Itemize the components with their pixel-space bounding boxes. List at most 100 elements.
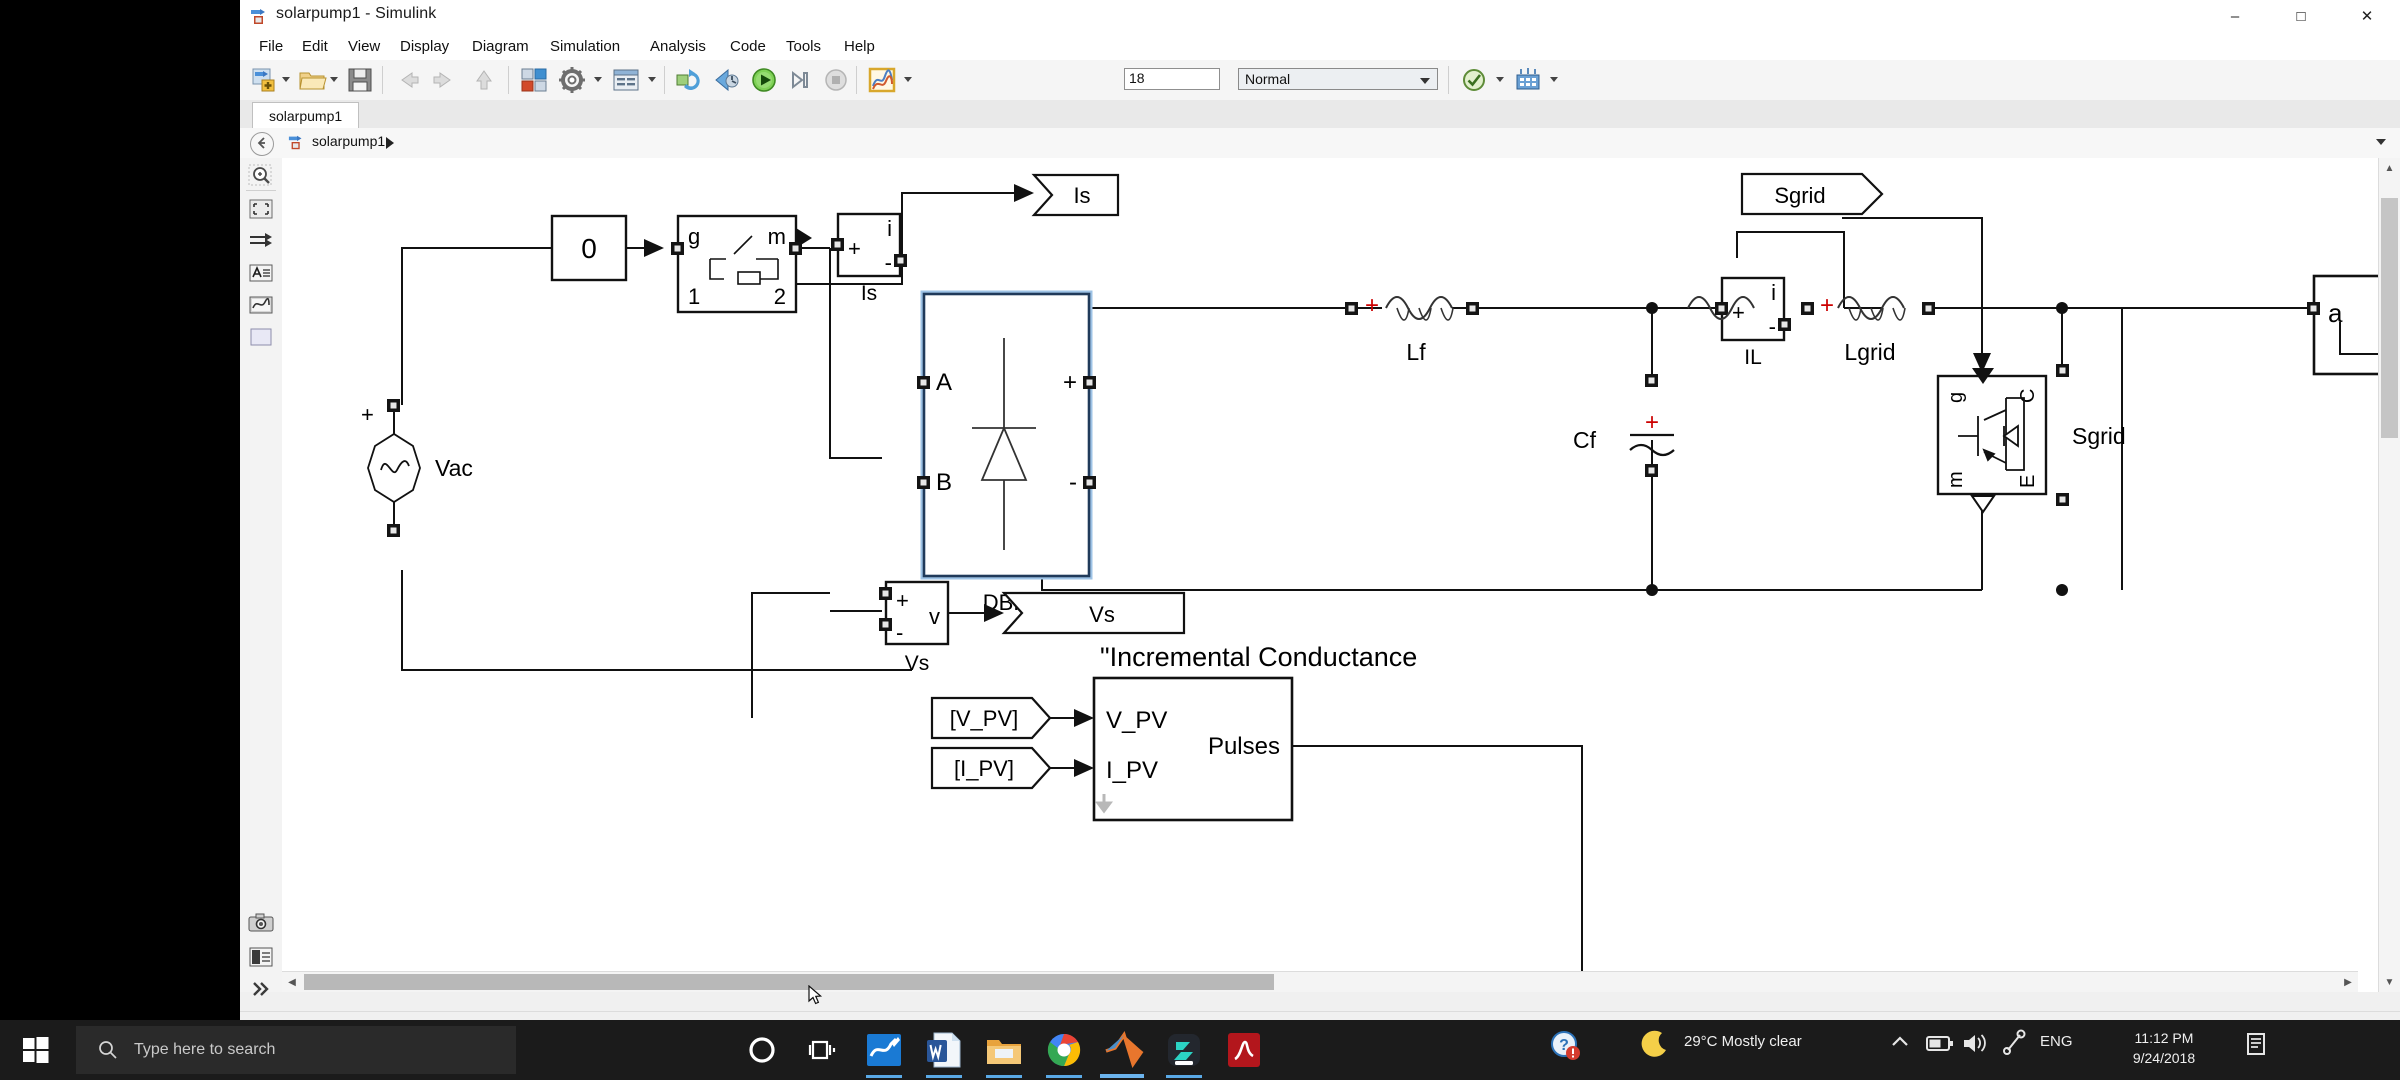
igbt-diode-sgrid[interactable]: g C m E Sgrid	[1936, 368, 2126, 514]
menu-help[interactable]: Help	[837, 36, 882, 57]
close-button[interactable]: ✕	[2334, 0, 2400, 32]
model-explorer-icon[interactable]	[610, 64, 642, 96]
chevron-down-icon	[1420, 78, 1430, 84]
search-input[interactable]: Type here to search	[76, 1026, 516, 1074]
from-tag-v-pv[interactable]: [V_PV]	[930, 696, 1052, 740]
constant-block[interactable]: 0	[550, 214, 628, 282]
chrome-icon[interactable]	[1042, 1028, 1086, 1072]
stop-icon[interactable]	[820, 64, 852, 96]
goto-tag-is[interactable]: Is	[1031, 173, 1120, 217]
scroll-down-icon[interactable]: ▼	[2379, 972, 2400, 992]
fast-restart-icon[interactable]	[710, 64, 742, 96]
horizontal-scroll-thumb[interactable]	[304, 974, 1274, 990]
word-icon[interactable]	[922, 1028, 966, 1072]
simulation-mode-select[interactable]: Normal	[1238, 68, 1438, 90]
svg-text:A: A	[936, 369, 952, 396]
voltage-measurement-vs[interactable]: + - v Vs	[884, 580, 950, 675]
scroll-left-icon[interactable]: ◀	[282, 972, 302, 992]
model-explorer-dropdown-icon[interactable]	[648, 77, 656, 82]
simulation-data-inspector-icon[interactable]	[866, 64, 898, 96]
back-circle-icon[interactable]	[250, 132, 274, 156]
model-advisor-icon[interactable]	[1458, 64, 1490, 96]
svg-text:i: i	[1771, 280, 1776, 305]
snapshot-icon[interactable]	[247, 910, 275, 936]
windows-start-icon[interactable]	[0, 1020, 72, 1080]
menu-edit[interactable]: Edit	[295, 36, 335, 57]
from-tag-sgrid[interactable]: Sgrid	[1740, 172, 1884, 216]
expand-palette-icon[interactable]	[247, 976, 275, 1002]
current-measurement-is[interactable]: + i - Is	[836, 212, 902, 305]
volume-icon[interactable]	[1958, 1028, 2002, 1072]
breadcrumb-path[interactable]: solarpump1	[312, 133, 385, 149]
canvas-vertical-scrollbar[interactable]: ▲ ▼	[2378, 158, 2400, 992]
network-icon[interactable]	[2000, 1028, 2044, 1072]
clipped-block-right[interactable]: a	[2312, 274, 2379, 376]
mouse-cursor	[808, 984, 823, 1005]
save-model-icon[interactable]	[344, 64, 376, 96]
vertical-scroll-thumb[interactable]	[2381, 198, 2398, 438]
goto-tag-vs[interactable]: Vs	[1001, 591, 1186, 635]
build-model-icon[interactable]	[1512, 64, 1544, 96]
zoom-icon[interactable]	[247, 162, 275, 188]
step-forward-icon[interactable]	[784, 64, 816, 96]
model-advisor-dropdown-icon[interactable]	[1496, 77, 1504, 82]
inductor-lf[interactable]: + Lf	[1365, 292, 1454, 365]
canvas-horizontal-scrollbar[interactable]: ◀ ▶	[282, 971, 2358, 992]
model-configuration-icon[interactable]	[556, 64, 588, 96]
stop-time-field[interactable]: 18	[1124, 68, 1220, 90]
build-model-dropdown-icon[interactable]	[1550, 77, 1558, 82]
video-editor-icon[interactable]	[1162, 1028, 1206, 1072]
acrobat-reader-icon[interactable]	[1222, 1028, 1266, 1072]
matlab-editor-icon[interactable]	[862, 1028, 906, 1072]
task-view-icon[interactable]	[800, 1028, 844, 1072]
menu-tools[interactable]: Tools	[779, 36, 828, 57]
file-explorer-icon[interactable]	[982, 1028, 1026, 1072]
menu-code[interactable]: Code	[723, 36, 773, 57]
clock[interactable]: 11:12 PM 9/24/2018	[2104, 1028, 2224, 1069]
new-model-dropdown-icon[interactable]	[282, 77, 290, 82]
matlab-icon[interactable]	[1102, 1028, 1146, 1072]
cortana-icon[interactable]	[740, 1028, 784, 1072]
report-icon[interactable]	[247, 944, 275, 970]
open-model-icon[interactable]	[296, 64, 328, 96]
model-configuration-dropdown-icon[interactable]	[594, 77, 602, 82]
fit-to-view-icon[interactable]	[247, 196, 275, 222]
chevron-down-icon[interactable]	[2376, 139, 2386, 145]
area-block-icon[interactable]	[247, 324, 275, 350]
current-measurement-il[interactable]: + i - IL	[1720, 276, 1786, 369]
up-to-parent-icon[interactable]	[468, 64, 500, 96]
scroll-up-icon[interactable]: ▲	[2379, 158, 2400, 178]
breaker-block[interactable]: g m 1 2	[671, 214, 812, 314]
run-icon[interactable]	[748, 64, 780, 96]
mppt-subsystem[interactable]: V_PV I_PV Pulses	[1092, 676, 1294, 822]
sdi-dropdown-icon[interactable]	[904, 77, 912, 82]
signal-flow-icon[interactable]	[247, 228, 275, 254]
help-alert-icon[interactable]: ?	[1548, 1028, 1592, 1072]
forward-icon[interactable]	[428, 64, 460, 96]
menu-file[interactable]: File	[252, 36, 290, 57]
from-tag-i-pv[interactable]: [I_PV]	[930, 746, 1052, 790]
menu-diagram[interactable]: Diagram	[465, 36, 536, 57]
language-indicator[interactable]: ENG	[2040, 1033, 2073, 1050]
ac-voltage-source[interactable]: + Vac	[361, 402, 473, 528]
scroll-right-icon[interactable]: ▶	[2338, 972, 2358, 992]
menu-simulation[interactable]: Simulation	[543, 36, 627, 57]
open-model-dropdown-icon[interactable]	[330, 77, 338, 82]
diode-bridge-rectifier[interactable]: A B + - DBR	[920, 290, 1093, 615]
minimize-button[interactable]: –	[2202, 0, 2268, 32]
notifications-icon[interactable]	[2240, 1028, 2284, 1072]
model-canvas[interactable]: 0 g m 1 2 + i - Is Is A B + - DBR + Vac …	[282, 158, 2379, 992]
back-icon[interactable]	[392, 64, 424, 96]
new-model-icon[interactable]	[248, 64, 280, 96]
menu-view[interactable]: View	[341, 36, 387, 57]
capacitor-cf[interactable]: + Cf	[1573, 409, 1675, 457]
menu-analysis[interactable]: Analysis	[643, 36, 713, 57]
update-diagram-icon[interactable]	[674, 64, 706, 96]
menu-display[interactable]: Display	[393, 36, 456, 57]
maximize-button[interactable]: □	[2268, 0, 2334, 32]
weather-status[interactable]: 29°C Mostly clear	[1684, 1033, 1802, 1050]
annotation-icon[interactable]	[247, 260, 275, 286]
library-browser-icon[interactable]	[518, 64, 550, 96]
tab-solarpump1[interactable]: solarpump1	[252, 102, 360, 129]
scope-viewer-icon[interactable]	[247, 292, 275, 318]
